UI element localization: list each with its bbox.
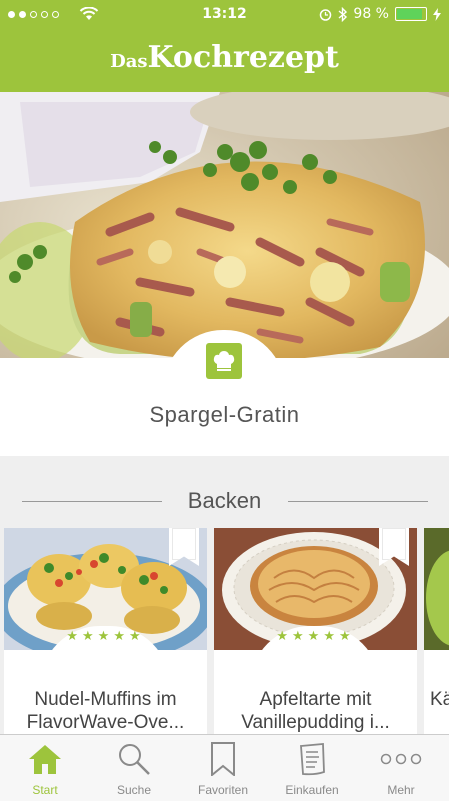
recipe-title-line: FlavorWave-Ove... [26, 712, 185, 733]
tab-label: Start [32, 783, 58, 797]
recipe-card[interactable]: ★★★★★ Apfeltarte mit Vanillepudding i... [214, 528, 417, 734]
gratin-photo [0, 92, 449, 358]
bluetooth-icon [338, 6, 348, 22]
tab-einkaufen[interactable]: Einkaufen [267, 735, 357, 801]
rating-stars: ★★★★★ [276, 629, 355, 644]
recipe-title: Kä [430, 688, 449, 711]
recipe-card[interactable]: Kä [424, 528, 449, 734]
tab-favoriten[interactable]: Favoriten [178, 735, 268, 801]
hero-recipe-title[interactable]: Spargel-Gratin [0, 402, 449, 428]
recipe-title: Nudel-Muffins im FlavorWave-Ove... [4, 688, 207, 734]
alarm-icon [320, 8, 332, 21]
tab-label: Einkaufen [285, 783, 339, 797]
status-bar: 13:12 98 % [0, 0, 449, 30]
bookmark-icon [178, 741, 268, 777]
shopping-list-icon [267, 741, 357, 777]
tab-suche[interactable]: Suche [89, 735, 179, 801]
divider [288, 501, 428, 502]
tab-label: Suche [116, 783, 152, 797]
recipe-title-line: Vanillepudding i... [241, 712, 390, 733]
chef-hat-icon [206, 343, 242, 379]
app-header: DasKochrezept [0, 30, 449, 92]
tab-label: Favoriten [197, 783, 249, 797]
search-icon [89, 741, 179, 777]
logo-big-text: Kochrezept [147, 40, 339, 75]
recipe-title: Apfeltarte mit Vanillepudding i... [214, 688, 417, 734]
recipe-title-line: Nudel-Muffins im [34, 689, 177, 710]
app-logo: DasKochrezept [0, 40, 449, 75]
more-icon [356, 741, 446, 777]
logo-small-text: Das [110, 51, 148, 72]
recipe-image [424, 528, 449, 650]
rating-stars: ★★★★★ [66, 629, 145, 644]
charging-icon [433, 7, 441, 21]
section-header: Backen [0, 482, 449, 522]
recipe-card[interactable]: ★★★★★ Nudel-Muffins im FlavorWave-Ove... [4, 528, 207, 734]
tab-bar: Start Suche Favoriten Einkaufen Mehr [0, 734, 449, 801]
recipe-carousel[interactable]: ★★★★★ Nudel-Muffins im FlavorWave-Ove... [0, 528, 449, 734]
tab-label: Mehr [387, 783, 415, 797]
battery-icon [395, 7, 427, 21]
hero-image[interactable] [0, 92, 449, 358]
tab-mehr[interactable]: Mehr [356, 735, 446, 801]
home-icon [0, 741, 90, 777]
tab-start[interactable]: Start [0, 735, 90, 801]
battery-percent: 98 % [353, 6, 389, 22]
recipe-title-line: Apfeltarte mit [259, 689, 372, 710]
recipe-title-line: Kä [430, 689, 449, 710]
